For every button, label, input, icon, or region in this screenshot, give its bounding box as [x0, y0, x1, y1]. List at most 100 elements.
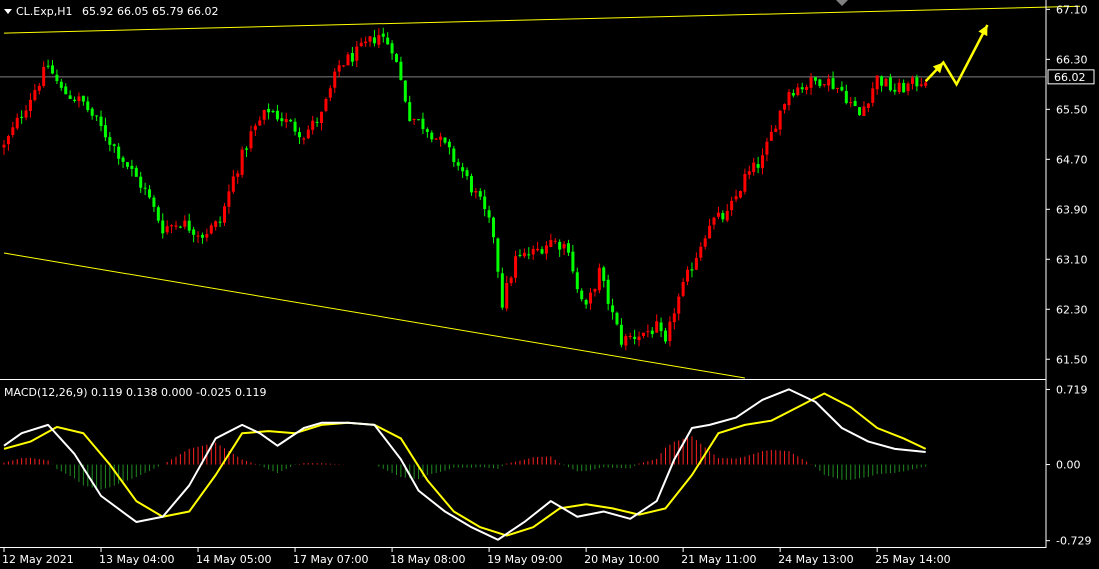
candle-bull[interactable]: [822, 84, 826, 86]
candle-bull[interactable]: [306, 129, 310, 139]
candle-bear[interactable]: [430, 132, 434, 140]
candle-bear[interactable]: [496, 238, 500, 272]
candle-bear[interactable]: [461, 167, 465, 172]
candle-bull[interactable]: [253, 125, 257, 131]
candle-bear[interactable]: [800, 87, 804, 90]
candle-bull[interactable]: [783, 104, 787, 110]
candle-bull[interactable]: [205, 234, 209, 238]
candle-bear[interactable]: [103, 125, 107, 138]
candle-bull[interactable]: [209, 225, 213, 234]
candle-bull[interactable]: [787, 92, 791, 106]
candle-bull[interactable]: [871, 88, 875, 103]
candle-bull[interactable]: [769, 131, 773, 141]
candle-bull[interactable]: [223, 206, 226, 223]
candle-bull[interactable]: [531, 248, 535, 255]
candle-bull[interactable]: [474, 191, 478, 193]
candle-bull[interactable]: [434, 138, 438, 140]
candle-bear[interactable]: [425, 129, 429, 132]
candle-bull[interactable]: [214, 221, 218, 227]
candle-bear[interactable]: [55, 74, 59, 82]
candle-bull[interactable]: [637, 336, 641, 341]
candle-bull[interactable]: [796, 87, 800, 95]
candle-bull[interactable]: [774, 128, 778, 132]
candle-bear[interactable]: [372, 37, 376, 44]
candle-bull[interactable]: [33, 90, 37, 101]
candle-bear[interactable]: [143, 187, 147, 189]
candle-bull[interactable]: [752, 162, 756, 173]
candle-bull[interactable]: [368, 36, 372, 42]
candle-bear[interactable]: [46, 65, 50, 67]
candle-bear[interactable]: [381, 33, 385, 37]
candle-bull[interactable]: [655, 321, 659, 333]
candle-bear[interactable]: [403, 80, 407, 102]
candle-bear[interactable]: [465, 170, 469, 177]
candle-bear[interactable]: [858, 107, 862, 116]
candle-bear[interactable]: [619, 324, 623, 345]
candle-bull[interactable]: [562, 244, 566, 249]
candle-bull[interactable]: [765, 141, 769, 155]
candle-bull[interactable]: [505, 282, 509, 309]
candle-bull[interactable]: [249, 131, 253, 149]
candle-bear[interactable]: [161, 220, 165, 234]
candle-bear[interactable]: [148, 189, 152, 198]
candle-bull[interactable]: [320, 111, 324, 123]
candle-bull[interactable]: [544, 245, 548, 254]
candle-bear[interactable]: [187, 220, 191, 231]
candle-bull[interactable]: [346, 54, 350, 66]
candle-bull[interactable]: [835, 87, 839, 89]
candle-bull[interactable]: [174, 225, 178, 227]
candle-bear[interactable]: [51, 65, 55, 74]
candle-bull[interactable]: [681, 281, 685, 296]
candle-bear[interactable]: [756, 164, 760, 168]
candle-bear[interactable]: [156, 207, 160, 221]
candle-bull[interactable]: [734, 196, 738, 200]
candle-bear[interactable]: [139, 176, 143, 188]
candle-bear[interactable]: [421, 118, 425, 130]
candle-bear[interactable]: [518, 254, 522, 256]
candle-bear[interactable]: [121, 157, 125, 162]
candle-bear[interactable]: [478, 191, 482, 197]
candle-bull[interactable]: [77, 96, 81, 102]
candle-bull[interactable]: [641, 332, 645, 336]
candle-bear[interactable]: [443, 137, 447, 143]
candle-bull[interactable]: [924, 82, 928, 86]
candle-bull[interactable]: [439, 136, 443, 140]
candle-bear[interactable]: [915, 77, 919, 87]
candle-bull[interactable]: [778, 110, 782, 130]
candle-bear[interactable]: [566, 243, 570, 253]
candle-bull[interactable]: [597, 267, 601, 291]
candle-bear[interactable]: [280, 118, 284, 122]
candle-bear[interactable]: [888, 77, 892, 91]
candle-bear[interactable]: [192, 229, 196, 235]
candle-bear[interactable]: [86, 101, 90, 111]
candle-bull[interactable]: [884, 78, 888, 87]
candle-bear[interactable]: [469, 175, 473, 193]
candle-bull[interactable]: [716, 212, 720, 217]
candle-bear[interactable]: [130, 165, 134, 169]
candle-bull[interactable]: [2, 144, 6, 148]
candle-bull[interactable]: [377, 35, 381, 45]
candle-bull[interactable]: [553, 240, 557, 242]
candle-bull[interactable]: [509, 277, 513, 284]
candle-bear[interactable]: [831, 78, 835, 89]
candle-bear[interactable]: [218, 221, 222, 223]
candle-bear[interactable]: [452, 148, 456, 163]
candle-bear[interactable]: [483, 196, 487, 210]
candle-bull[interactable]: [827, 78, 831, 86]
candle-bear[interactable]: [117, 146, 121, 159]
candle-bull[interactable]: [42, 66, 46, 87]
candle-bull[interactable]: [668, 321, 672, 342]
candle-bull[interactable]: [919, 84, 923, 86]
candle-bear[interactable]: [540, 249, 544, 254]
candle-bull[interactable]: [37, 85, 41, 91]
candle-bull[interactable]: [686, 269, 690, 282]
candle-bull[interactable]: [333, 71, 337, 88]
candle-bear[interactable]: [840, 86, 844, 91]
candle-bull[interactable]: [328, 88, 332, 98]
candle-bull[interactable]: [227, 191, 231, 207]
candle-bear[interactable]: [580, 290, 584, 300]
candle-bear[interactable]: [20, 116, 24, 118]
candle-bear[interactable]: [68, 95, 72, 100]
candle-bull[interactable]: [258, 120, 262, 126]
candle-bull[interactable]: [910, 77, 914, 84]
